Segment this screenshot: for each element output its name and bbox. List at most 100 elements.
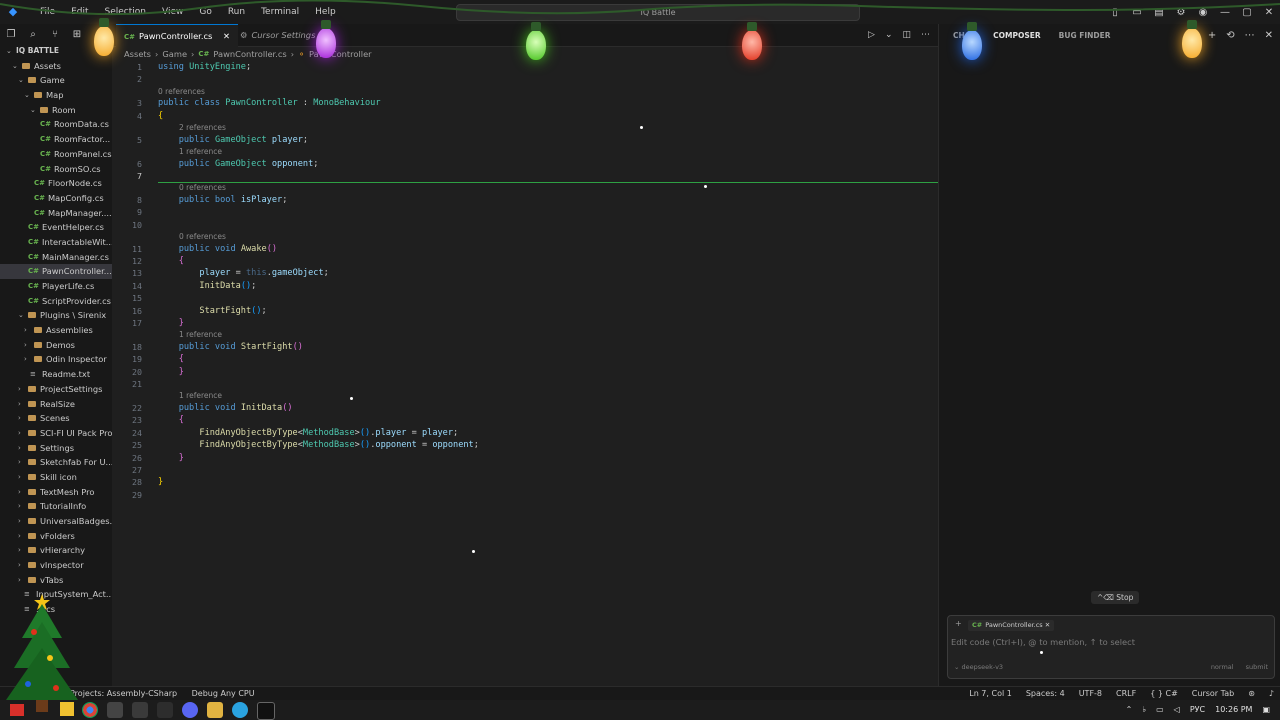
- notifications-bell-icon[interactable]: ♪: [1269, 687, 1274, 701]
- explorer-file[interactable]: C# RoomPanel.cs: [0, 147, 112, 162]
- mode-selector[interactable]: normal: [1211, 663, 1234, 671]
- context-file-chip[interactable]: C# PawnController.cs ✕: [968, 620, 1055, 631]
- codelens-references[interactable]: 0 references: [179, 232, 226, 241]
- explorer-icon[interactable]: ❐: [0, 29, 22, 40]
- explorer-file[interactable]: ≡ Readme.txt: [0, 367, 112, 382]
- breadcrumb-file[interactable]: PawnController.cs: [213, 49, 286, 59]
- taskbar-cursor-icon[interactable]: [257, 702, 275, 720]
- code-editor[interactable]: 1 using UnityEngine; 2 0 references 3 public …: [112, 60, 938, 686]
- chevron-right-icon[interactable]: ›: [18, 485, 21, 500]
- tray-mic-icon[interactable]: ♭: [1142, 700, 1146, 720]
- source-control-icon[interactable]: ⑂: [44, 29, 66, 40]
- explorer-file[interactable]: C# RoomFactor...: [0, 132, 112, 147]
- chevron-right-icon[interactable]: ›: [18, 558, 21, 573]
- codelens-references[interactable]: 0 references: [158, 87, 205, 96]
- status-debug-config[interactable]: Debug Any CPU: [192, 689, 255, 698]
- codelens-references[interactable]: 1 reference: [179, 391, 222, 400]
- explorer-folder[interactable]: › UniversalBadges...: [0, 514, 112, 529]
- chevron-right-icon[interactable]: ›: [18, 499, 21, 514]
- status-eol[interactable]: CRLF: [1116, 687, 1136, 701]
- chevron-down-icon[interactable]: ⌄: [18, 308, 24, 323]
- chevron-right-icon[interactable]: ›: [24, 352, 27, 367]
- status-cursor-position[interactable]: Ln 7, Col 1: [969, 687, 1012, 701]
- chevron-right-icon[interactable]: ›: [18, 411, 21, 426]
- explorer-file[interactable]: C# PlayerLife.cs: [0, 279, 112, 294]
- explorer-file[interactable]: C# EventHelper.cs: [0, 220, 112, 235]
- explorer-folder[interactable]: › SCI-FI UI Pack Pro: [0, 426, 112, 441]
- chevron-right-icon[interactable]: ›: [18, 382, 21, 397]
- chevron-right-icon[interactable]: ›: [18, 455, 21, 470]
- chevron-right-icon[interactable]: ›: [24, 338, 27, 353]
- chevron-right-icon[interactable]: ›: [18, 543, 21, 558]
- chevron-right-icon[interactable]: ›: [18, 470, 21, 485]
- run-icon[interactable]: ▷: [868, 30, 875, 40]
- chevron-right-icon[interactable]: ›: [18, 441, 21, 456]
- codelens-references[interactable]: 1 reference: [179, 330, 222, 339]
- model-selector[interactable]: ⌄ deepseek-v3: [954, 663, 1003, 671]
- tab-bug-finder[interactable]: BUG FINDER: [1059, 31, 1111, 40]
- chevron-down-icon[interactable]: ⌄: [12, 59, 18, 74]
- status-project[interactable]: Projects: Assembly-CSharp: [70, 689, 177, 698]
- explorer-file[interactable]: C# InteractableWit...: [0, 235, 112, 250]
- chevron-down-icon[interactable]: ⌄: [885, 30, 893, 40]
- explorer-folder[interactable]: ⌄ Plugins \ Sirenix: [0, 308, 112, 323]
- chevron-right-icon[interactable]: ›: [18, 397, 21, 412]
- explorer-folder[interactable]: › RealSize: [0, 397, 112, 412]
- explorer-file[interactable]: C# RoomData.cs: [0, 117, 112, 132]
- explorer-folder[interactable]: › TextMesh Pro: [0, 485, 112, 500]
- explorer-file[interactable]: C# MapConfig.cs: [0, 191, 112, 206]
- tray-chevron-up-icon[interactable]: ⌃: [1126, 700, 1133, 720]
- status-cursor-tab[interactable]: Cursor Tab: [1192, 687, 1234, 701]
- copilot-icon[interactable]: ⊛: [1248, 687, 1255, 701]
- add-context-icon[interactable]: +: [955, 619, 962, 628]
- explorer-file[interactable]: C# FloorNode.cs: [0, 176, 112, 191]
- explorer-folder[interactable]: › Assemblies: [0, 323, 112, 338]
- taskbar-telegram-icon[interactable]: [232, 702, 248, 718]
- taskbar-files-icon[interactable]: [207, 702, 223, 718]
- explorer-folder[interactable]: › ProjectSettings: [0, 382, 112, 397]
- explorer-folder[interactable]: › Sketchfab For U...: [0, 455, 112, 470]
- chevron-down-icon[interactable]: ⌄: [6, 44, 12, 59]
- submit-button[interactable]: submit: [1246, 663, 1268, 671]
- explorer-file[interactable]: C# ScriptProvider.cs: [0, 294, 112, 309]
- explorer-folder[interactable]: ⌄ Assets: [0, 59, 112, 74]
- explorer-folder[interactable]: › vFolders: [0, 529, 112, 544]
- taskbar-discord-icon[interactable]: [182, 702, 198, 718]
- explorer-folder[interactable]: ⌄ Map: [0, 88, 112, 103]
- composer-input[interactable]: [951, 635, 1261, 649]
- tab-composer[interactable]: COMPOSER: [993, 31, 1041, 40]
- explorer-folder[interactable]: › Demos: [0, 338, 112, 353]
- explorer-file[interactable]: C# MapManager....: [0, 206, 112, 221]
- chevron-down-icon[interactable]: ⌄: [24, 88, 30, 103]
- chevron-right-icon[interactable]: ›: [18, 426, 21, 441]
- taskbar-chrome-icon[interactable]: [82, 702, 98, 718]
- breadcrumb-assets[interactable]: Assets: [124, 49, 151, 59]
- explorer-file[interactable]: C# MainManager.cs: [0, 250, 112, 265]
- tray-network-icon[interactable]: ▭: [1156, 700, 1164, 720]
- tray-language[interactable]: РУС: [1190, 700, 1205, 720]
- close-panel-icon[interactable]: ✕: [1265, 30, 1273, 41]
- new-composer-icon[interactable]: +: [1208, 30, 1216, 41]
- codelens-references[interactable]: 2 references: [179, 123, 226, 132]
- chevron-down-icon[interactable]: ⌄: [30, 103, 36, 118]
- status-language[interactable]: { } C#: [1150, 687, 1178, 701]
- explorer-folder[interactable]: › Scenes: [0, 411, 112, 426]
- chevron-right-icon[interactable]: ›: [18, 529, 21, 544]
- chevron-right-icon[interactable]: ›: [18, 514, 21, 529]
- explorer-folder[interactable]: › Skill icon: [0, 470, 112, 485]
- status-indentation[interactable]: Spaces: 4: [1026, 687, 1065, 701]
- chevron-right-icon[interactable]: ›: [24, 323, 27, 338]
- breadcrumb-game[interactable]: Game: [162, 49, 187, 59]
- explorer-folder[interactable]: › TutorialInfo: [0, 499, 112, 514]
- more-actions-icon[interactable]: ⋯: [921, 30, 930, 40]
- taskbar-unity-icon[interactable]: [157, 702, 173, 718]
- tray-notifications-icon[interactable]: ▣: [1262, 700, 1270, 720]
- split-editor-icon[interactable]: ◫: [902, 30, 911, 40]
- close-tab-icon[interactable]: ✕: [223, 31, 230, 41]
- explorer-file[interactable]: C# RoomSO.cs: [0, 162, 112, 177]
- history-icon[interactable]: ⟲: [1226, 30, 1234, 41]
- status-encoding[interactable]: UTF-8: [1079, 687, 1102, 701]
- extensions-icon[interactable]: ⊞: [66, 29, 88, 40]
- explorer-folder[interactable]: › vTabs: [0, 573, 112, 588]
- tray-clock[interactable]: 10:26 PM: [1215, 700, 1252, 720]
